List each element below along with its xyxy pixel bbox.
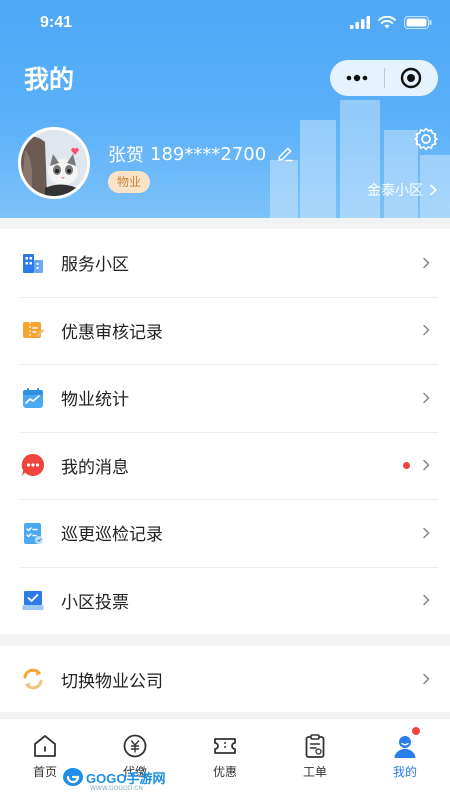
status-icons xyxy=(350,16,432,29)
menu-item-my-messages[interactable]: 我的消息 xyxy=(0,431,450,500)
menu-item-service-community[interactable]: 服务小区 xyxy=(0,229,450,297)
tab-label: 工单 xyxy=(302,765,327,779)
tab-unread-dot xyxy=(412,727,420,735)
watermark: GOGO手游网 xyxy=(62,767,165,787)
patrol-checklist-icon xyxy=(20,520,46,546)
chevron-right-icon xyxy=(423,325,430,336)
page-title: 我的 xyxy=(24,65,75,94)
tab-work-order[interactable]: 工单 xyxy=(270,719,360,800)
watermark-url: WWW.GOGOD.CN xyxy=(90,785,143,792)
menu-item-patrol-records[interactable]: 巡更巡检记录 xyxy=(0,499,450,567)
work-order-icon xyxy=(305,734,325,758)
user-phone: 189****2700 xyxy=(150,143,267,165)
menu-item-coupon-review[interactable]: 优惠审核记录 xyxy=(0,296,450,365)
avatar-cat-image xyxy=(21,130,87,196)
message-icon xyxy=(20,452,46,478)
bottom-tab-bar: 首页 代缴 优惠 工单 我的 xyxy=(0,718,450,800)
tab-label: 首页 xyxy=(32,765,57,779)
unread-dot xyxy=(403,461,410,469)
tab-label: 优惠 xyxy=(212,765,237,779)
tab-home[interactable]: 首页 xyxy=(0,719,90,800)
close-mini-program-button[interactable] xyxy=(384,60,438,96)
menu-item-property-statistics[interactable]: 物业统计 xyxy=(0,364,450,432)
menu-label: 我的消息 xyxy=(61,457,129,478)
menu-list: 服务小区 优惠审核记录 物业统计 我的消息 巡更巡检记录 小区投票 xyxy=(0,229,450,634)
chevron-right-icon xyxy=(423,460,430,471)
switch-company-card: 切换物业公司 xyxy=(0,646,450,712)
wifi-icon xyxy=(378,16,396,29)
community-name: 金泰小区 xyxy=(367,183,423,199)
coupon-review-icon xyxy=(20,317,46,343)
target-close-icon xyxy=(401,67,422,89)
menu-label: 优惠审核记录 xyxy=(61,322,163,343)
ticket-icon xyxy=(214,738,236,754)
menu-label: 小区投票 xyxy=(61,592,129,613)
signal-icon xyxy=(350,16,370,29)
community-selector[interactable]: 金泰小区 xyxy=(367,180,438,200)
tab-coupon[interactable]: 优惠 xyxy=(180,719,270,800)
home-icon xyxy=(34,735,56,757)
menu-label: 巡更巡检记录 xyxy=(61,525,163,546)
tab-label: 我的 xyxy=(392,765,417,779)
menu-item-community-vote[interactable]: 小区投票 xyxy=(0,566,450,635)
user-name: 张贺 xyxy=(108,145,144,166)
menu-label: 服务小区 xyxy=(61,255,129,276)
chevron-right-icon xyxy=(423,257,430,268)
vote-icon xyxy=(20,587,46,613)
chevron-right-icon xyxy=(423,527,430,538)
chevron-right-icon xyxy=(430,184,438,196)
profile-icon xyxy=(394,736,416,758)
payment-icon xyxy=(123,734,147,758)
chevron-right-icon xyxy=(423,673,430,685)
settings-gear-icon[interactable] xyxy=(413,126,439,152)
watermark-brand: GOGO手游网 xyxy=(86,770,166,786)
chevron-right-icon xyxy=(423,595,430,606)
role-badge: 物业 xyxy=(108,171,151,193)
mini-program-capsule xyxy=(330,60,438,96)
more-dots-icon xyxy=(346,74,368,82)
tab-profile[interactable]: 我的 xyxy=(360,719,450,800)
menu-label: 切换物业公司 xyxy=(61,671,163,692)
profile-header: 9:41 我的 张贺 189****2700 物业 金泰小区 xyxy=(0,0,450,218)
building-icon xyxy=(20,250,46,276)
edit-icon[interactable] xyxy=(276,145,294,163)
menu-label: 物业统计 xyxy=(61,390,129,411)
menu-item-switch-company[interactable]: 切换物业公司 xyxy=(0,646,450,712)
more-options-button[interactable] xyxy=(330,60,384,96)
statistics-icon xyxy=(20,385,46,411)
user-info: 张贺 189****2700 xyxy=(108,141,294,167)
status-bar: 9:41 xyxy=(0,0,450,48)
chevron-right-icon xyxy=(423,392,430,403)
status-time: 9:41 xyxy=(40,14,73,31)
battery-icon xyxy=(404,16,432,29)
switch-icon xyxy=(20,666,46,692)
watermark-logo-icon xyxy=(63,768,83,786)
avatar[interactable] xyxy=(18,127,90,199)
